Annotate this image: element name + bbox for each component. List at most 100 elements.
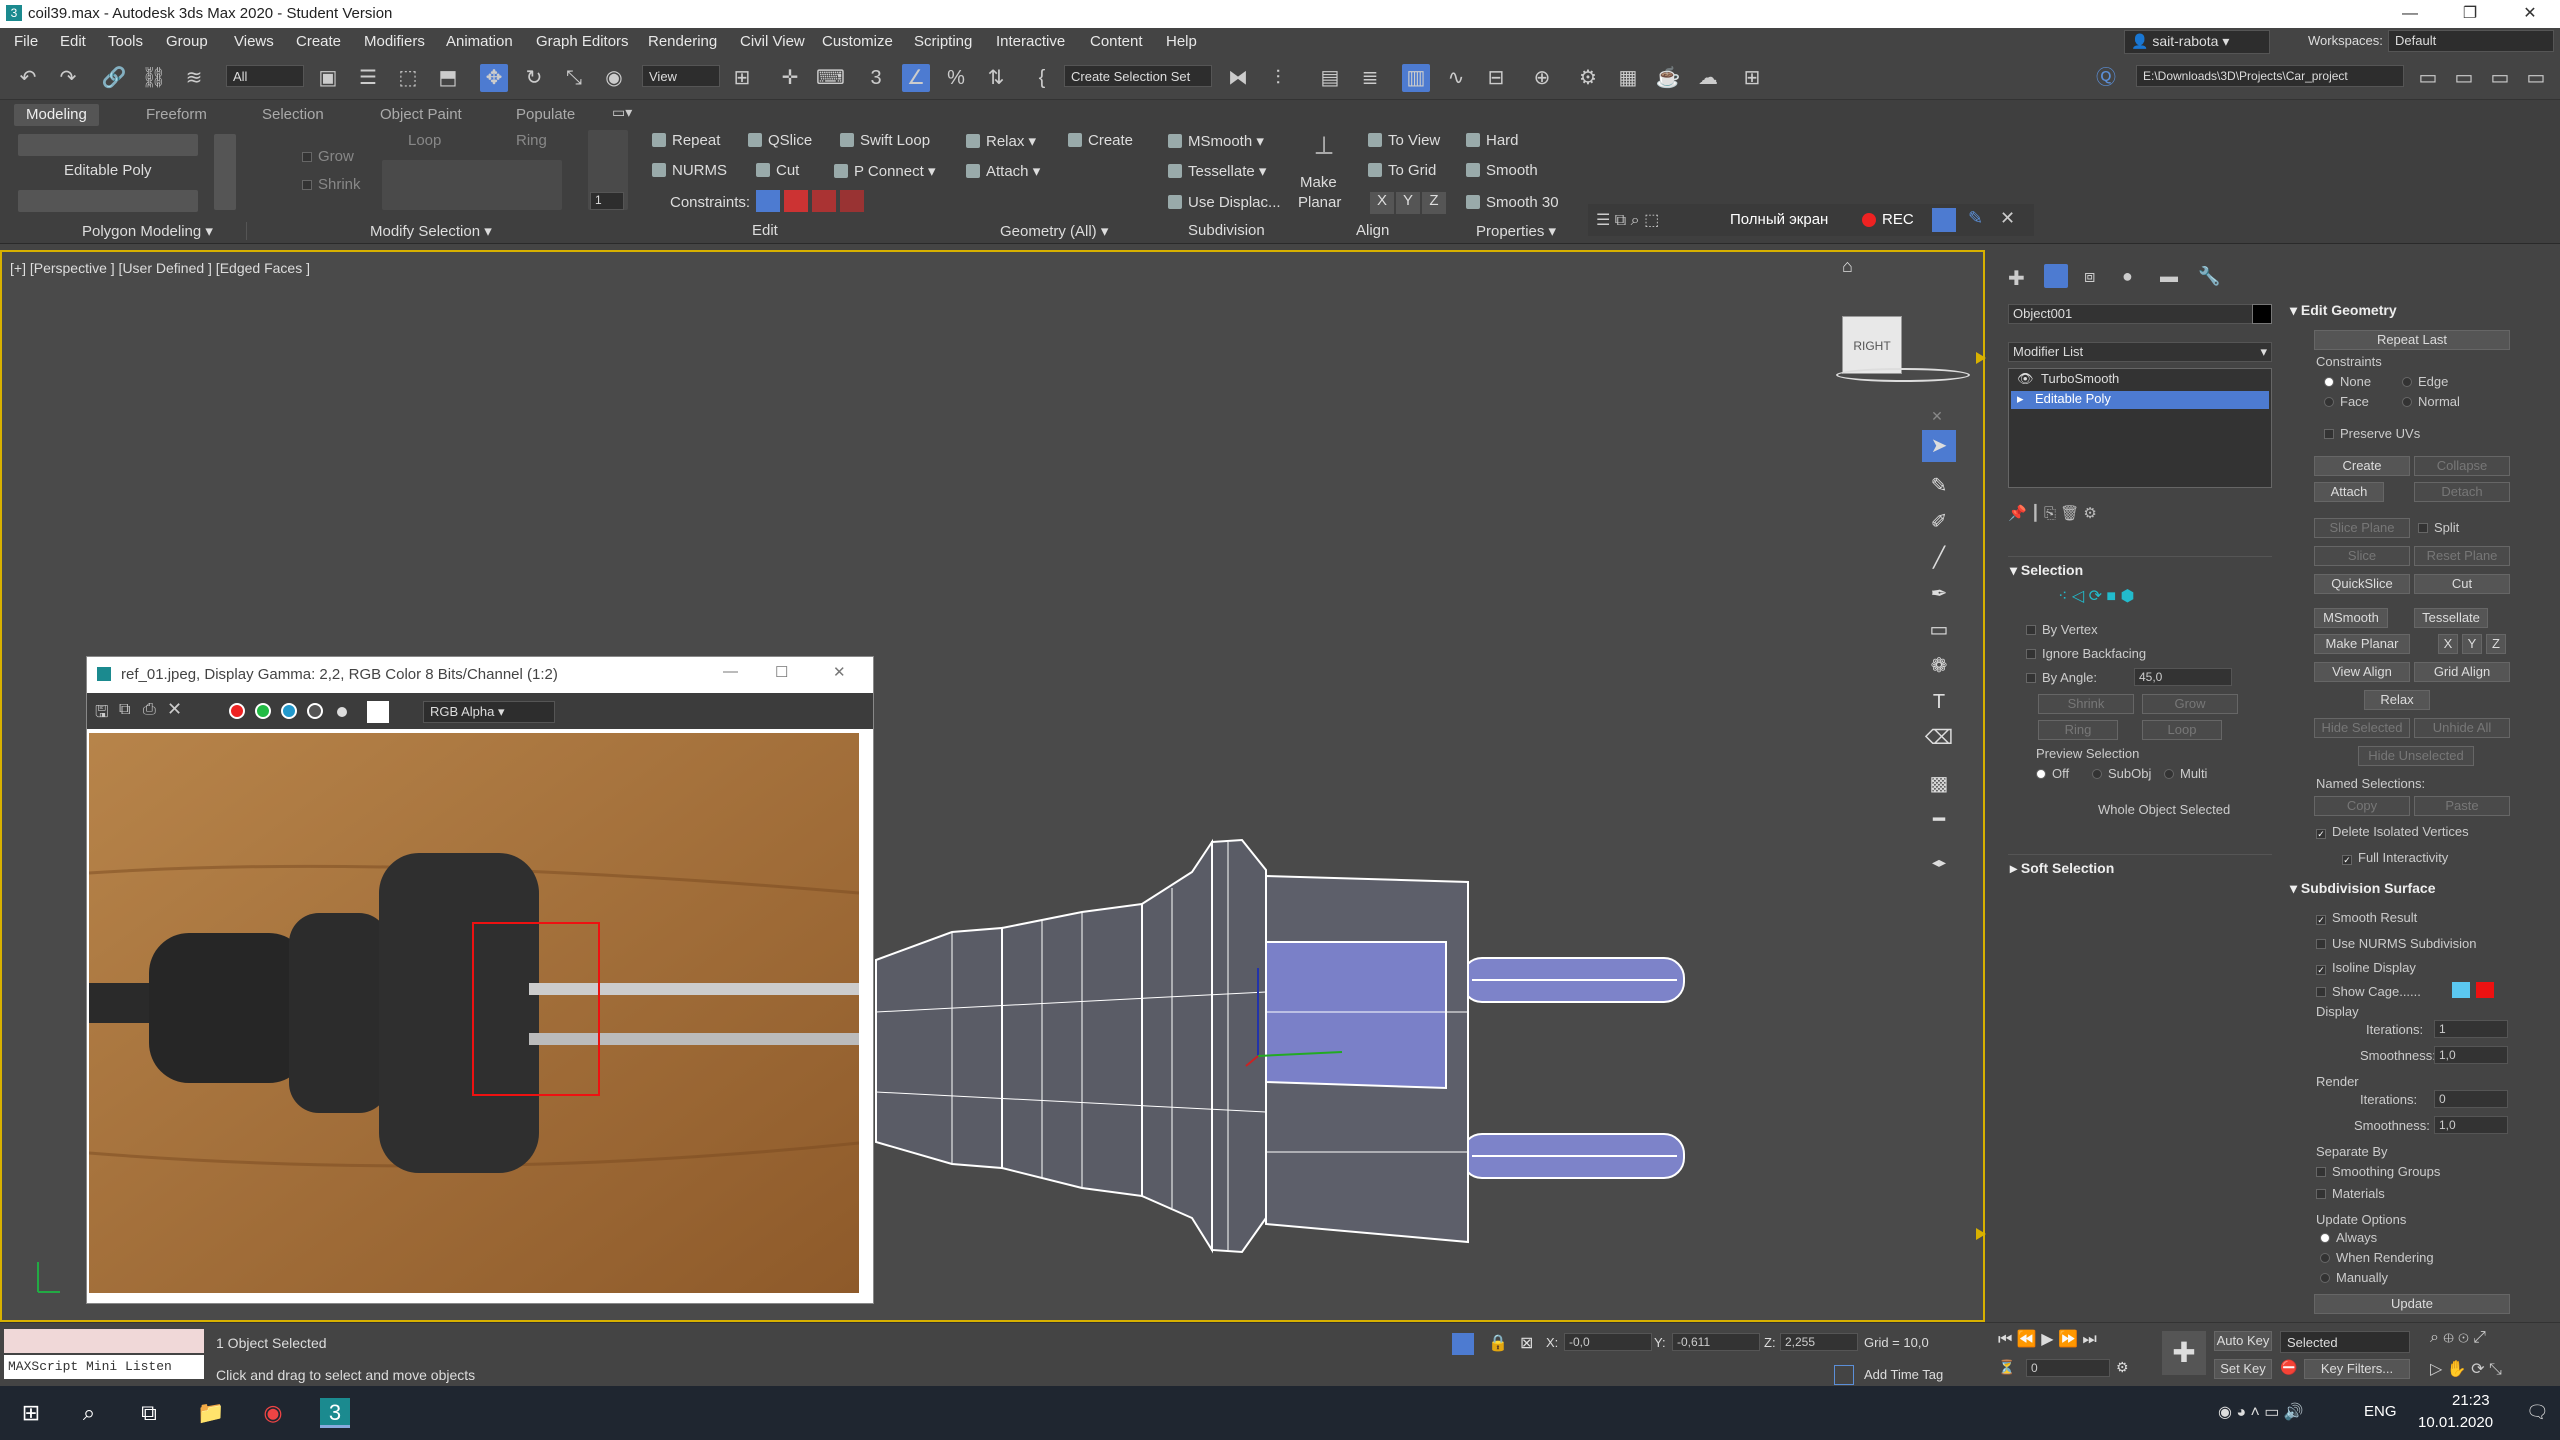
unhide-all-button[interactable]: Unhide All [2414, 718, 2510, 738]
menu-views[interactable]: Views [234, 33, 274, 50]
render-iterations-spinner[interactable]: 0 [2434, 1090, 2508, 1108]
relax-geo-button[interactable]: Relax [2364, 690, 2430, 710]
selection-rollout-header[interactable]: ▾ Selection [2010, 562, 2083, 579]
smooth30-button[interactable]: Smooth 30 [1466, 194, 1559, 211]
grid-align-button[interactable]: Grid Align [2414, 662, 2510, 682]
ring-button[interactable]: Ring [516, 132, 547, 149]
menu-create[interactable]: Create [296, 33, 341, 50]
copy-button[interactable]: Copy [2314, 796, 2410, 816]
menu-help[interactable]: Help [1166, 33, 1197, 50]
recorder-menu-icon[interactable]: ☰ ⧉ ⌕ ⬚ [1596, 210, 1659, 230]
lock-icon[interactable]: 🔒 [1488, 1333, 1508, 1353]
smoothness-spinner[interactable]: 1,0 [2434, 1046, 2508, 1064]
stack-item-editable-poly[interactable]: ▸ Editable Poly [2011, 391, 2269, 409]
project-open-icon[interactable]: ▭ [2486, 64, 2514, 92]
background-swatch[interactable] [367, 701, 389, 723]
text-tool-icon[interactable]: T [1922, 686, 1956, 718]
constraint-edge-icon[interactable] [784, 190, 808, 212]
chrome-icon[interactable]: ◉ [258, 1398, 288, 1428]
key-filter-icon[interactable]: ⛔ [2280, 1359, 2297, 1376]
menu-graph-editors[interactable]: Graph Editors [536, 33, 629, 50]
preview-multi-radio[interactable]: Multi [2164, 766, 2207, 781]
group-polygon-modeling[interactable]: Polygon Modeling ▾ [82, 222, 213, 240]
grow-button[interactable]: Grow [302, 148, 354, 165]
toolbar-close-icon[interactable]: ✕ [1922, 400, 1952, 426]
thickness-tool-icon[interactable]: ━ [1922, 804, 1956, 836]
poly-tools-icons[interactable] [18, 190, 198, 212]
hide-unselected-button[interactable]: Hide Unselected [2358, 746, 2474, 766]
cut-geo-button[interactable]: Cut [2414, 574, 2510, 594]
minimize-button[interactable]: — [2380, 0, 2440, 28]
menu-animation[interactable]: Animation [446, 33, 513, 50]
object-name-field[interactable]: Object001 [2008, 304, 2260, 324]
fullscreen-label[interactable]: Полный экран [1730, 211, 1828, 228]
snaps-toggle-icon[interactable]: 3 [862, 64, 890, 92]
named-selection-dropdown[interactable]: Create Selection Set [1064, 65, 1212, 87]
cage-color-2[interactable] [2476, 982, 2494, 998]
set-key-button[interactable]: Set Key [2214, 1359, 2272, 1379]
constraint-none-radio[interactable]: None [2324, 374, 2371, 389]
tab-selection[interactable]: Selection [250, 104, 336, 126]
angle-snap-icon[interactable]: ∠ [902, 64, 930, 92]
pivot-center-icon[interactable]: ⊞ [728, 64, 756, 92]
current-frame[interactable]: 0 [2026, 1359, 2110, 1377]
preview-off-radio[interactable]: Off [2036, 766, 2069, 781]
x-coordinate[interactable]: -0,0 [1564, 1333, 1652, 1351]
split-checkbox[interactable]: Split [2418, 520, 2459, 535]
ref-save-icon[interactable]: 🖫 [95, 701, 109, 728]
to-view-button[interactable]: To View [1368, 132, 1440, 149]
by-vertex-checkbox[interactable]: By Vertex [2026, 622, 2098, 637]
subdivision-rollout-header[interactable]: ▾ Subdivision Surface [2290, 880, 2436, 897]
select-by-name-icon[interactable]: ☰ [354, 64, 382, 92]
hard-button[interactable]: Hard [1466, 132, 1519, 149]
view-align-button[interactable]: View Align [2314, 662, 2410, 682]
modifier-stack[interactable]: 👁 TurboSmooth ▸ Editable Poly [2008, 368, 2272, 488]
curve-editor-icon[interactable]: ∿ [1442, 64, 1470, 92]
tab-object-paint[interactable]: Object Paint [368, 104, 474, 126]
marker-tool-icon[interactable]: ✐ [1922, 506, 1956, 538]
menu-customize[interactable]: Customize [822, 33, 893, 50]
select-object-icon[interactable]: ▣ [314, 64, 342, 92]
grow-sel-button[interactable]: Grow [2142, 694, 2238, 714]
modifier-list-dropdown[interactable]: Modifier List ▾ [2008, 342, 2272, 362]
scale-icon[interactable]: ⤡ [560, 64, 588, 92]
soft-selection-rollout-header[interactable]: ▸ Soft Selection [2010, 860, 2114, 877]
channel-dropdown[interactable]: RGB Alpha ▾ [423, 701, 555, 723]
rotate-icon[interactable]: ↻ [520, 64, 548, 92]
brush-tool-icon[interactable]: ✒ [1922, 578, 1956, 610]
reference-coord-dropdown[interactable]: View [642, 65, 720, 87]
hierarchy-tab-icon[interactable]: ⧈ [2084, 266, 2095, 287]
language-indicator[interactable]: ENG [2364, 1403, 2397, 1420]
menu-rendering[interactable]: Rendering [648, 33, 717, 50]
ribbon-options-icon[interactable]: ▭▾ [612, 104, 632, 121]
align-icon[interactable]: ⫶ [1264, 64, 1292, 92]
msmooth-button[interactable]: MSmooth ▾ [1168, 132, 1264, 150]
msmooth-geo-button[interactable]: MSmooth [2314, 608, 2388, 628]
cage-color-1[interactable] [2452, 982, 2470, 998]
nurms-button[interactable]: NURMS [652, 162, 727, 179]
link-icon[interactable]: 🔗 [100, 64, 128, 92]
constraint-buttons[interactable] [756, 190, 864, 212]
pencil-tool-icon[interactable]: ✎ [1922, 470, 1956, 502]
detach-button[interactable]: Detach [2414, 482, 2510, 502]
update-button[interactable]: Update [2314, 1294, 2510, 1314]
rendered-frame-icon[interactable]: ▦ [1614, 64, 1642, 92]
isoline-display-checkbox[interactable]: ✓ Isoline Display [2316, 960, 2416, 975]
edit-named-sel-icon[interactable]: { [1028, 64, 1056, 92]
group-properties[interactable]: Properties ▾ [1476, 222, 1556, 240]
group-modify-selection[interactable]: Modify Selection ▾ [370, 222, 492, 240]
key-filters-button[interactable]: Key Filters... [2304, 1359, 2410, 1379]
selection-filter-dropdown[interactable]: All [226, 65, 304, 87]
cut-button[interactable]: Cut [756, 162, 799, 179]
menu-file[interactable]: File [14, 33, 38, 50]
schematic-view-icon[interactable]: ⊟ [1482, 64, 1510, 92]
ignore-backfacing-checkbox[interactable]: Ignore Backfacing [2026, 646, 2146, 661]
constraint-face-radio[interactable]: Face [2324, 394, 2369, 409]
task-view-icon[interactable]: ⧉ [134, 1398, 164, 1428]
user-account-dropdown[interactable]: 👤 sait-rabota ▾ [2124, 30, 2270, 54]
shrink-button[interactable]: Shrink [302, 176, 361, 193]
stack-item-turbosmooth[interactable]: 👁 TurboSmooth [2011, 371, 2269, 389]
select-tool-icon[interactable]: ➤ [1922, 430, 1956, 462]
constraint-face-icon[interactable] [812, 190, 836, 212]
maximize-button[interactable]: ❐ [2440, 0, 2500, 28]
